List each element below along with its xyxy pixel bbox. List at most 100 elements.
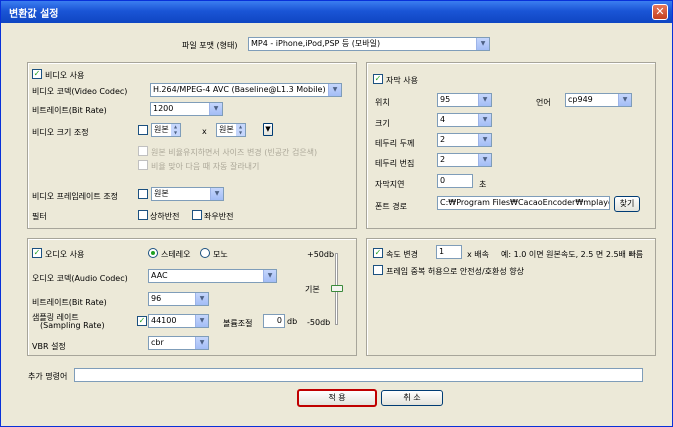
subtitle-enable-checkbox[interactable]: ✓ bbox=[373, 74, 383, 84]
chevron-down-icon: ▼ bbox=[209, 103, 222, 115]
keep-ratio-checkbox[interactable] bbox=[138, 146, 148, 156]
audio-bitrate-value: 96 bbox=[151, 294, 162, 303]
apply-button[interactable]: 적 용 bbox=[297, 389, 377, 407]
chevron-down-icon: ▼ bbox=[618, 94, 631, 106]
settings-dialog: 변환값 설정 ✕ 파일 포맷 (형태) MP4 - iPhone,iPod,PS… bbox=[0, 0, 673, 427]
audio-codec-select[interactable]: AAC ▼ bbox=[148, 269, 277, 283]
subtitle-size-value: 4 bbox=[440, 115, 446, 124]
border-blur-label: 테두리 번짐 bbox=[375, 159, 415, 168]
chevron-down-icon: ▼ bbox=[195, 293, 208, 305]
chevron-down-icon: ▼ bbox=[476, 38, 489, 50]
video-height-spinner[interactable]: 원본 ▲ ▼ bbox=[216, 123, 246, 137]
subtitle-position-label: 위치 bbox=[375, 98, 390, 107]
chevron-down-icon: ▼ bbox=[210, 188, 223, 200]
auto-crop-label: 비율 맞아 다음 때 자동 잘라내기 bbox=[151, 162, 260, 171]
subtitle-delay-value: 0 bbox=[440, 176, 446, 185]
title-bar[interactable]: 변환값 설정 ✕ bbox=[1, 1, 672, 23]
chevron-down-icon: ▼ bbox=[478, 134, 491, 146]
subtitle-delay-input[interactable]: 0 bbox=[437, 174, 473, 188]
speed-enable-checkbox[interactable]: ✓ bbox=[373, 248, 383, 258]
speed-unit: x 배속 bbox=[467, 250, 489, 259]
gain-max-label: +50db bbox=[307, 250, 335, 259]
volume-label: 볼륨조절 bbox=[223, 319, 253, 328]
audio-bitrate-select[interactable]: 96 ▼ bbox=[148, 292, 209, 306]
auto-crop-checkbox[interactable] bbox=[138, 160, 148, 170]
border-blur-value: 2 bbox=[440, 155, 446, 164]
stereo-label: 스테레오 bbox=[161, 250, 191, 259]
video-bitrate-select[interactable]: 1200 ▼ bbox=[150, 102, 223, 116]
find-font-button[interactable]: 찾기 bbox=[614, 196, 640, 212]
framerate-label: 비디오 프레임레이트 조정 bbox=[32, 192, 119, 201]
format-value: MP4 - iPhone,iPod,PSP 등 (모바일) bbox=[251, 39, 381, 48]
flip-horizontal-checkbox[interactable] bbox=[192, 210, 202, 220]
subtitle-language-label: 언어 bbox=[536, 98, 551, 107]
chevron-down-icon: ▼ bbox=[265, 125, 271, 133]
dup-frames-checkbox[interactable] bbox=[373, 265, 383, 275]
border-thickness-label: 테두리 두께 bbox=[375, 139, 415, 148]
sampling-checkbox[interactable]: ✓ bbox=[137, 316, 147, 326]
speed-hint: 예: 1.0 이면 원본속도, 2.5 면 2.5배 빠름 bbox=[501, 250, 644, 259]
border-thickness-select[interactable]: 2 ▼ bbox=[437, 133, 492, 147]
filter-label: 필터 bbox=[32, 212, 47, 221]
font-path-value: C:₩Program Files₩CacaoEncoder₩mplayer bbox=[440, 198, 610, 207]
framerate-checkbox[interactable] bbox=[138, 189, 148, 199]
video-width-spinner[interactable]: 원본 ▲ ▼ bbox=[151, 123, 181, 137]
volume-input[interactable]: 0 bbox=[263, 314, 285, 328]
format-select[interactable]: MP4 - iPhone,iPod,PSP 등 (모바일) ▼ bbox=[248, 37, 490, 51]
stereo-radio[interactable] bbox=[148, 248, 158, 258]
chevron-down-icon: ▼ bbox=[195, 315, 208, 327]
video-enable-label: 비디오 사용 bbox=[45, 71, 85, 80]
border-thickness-value: 2 bbox=[440, 135, 446, 144]
video-codec-label: 비디오 코덱(Video Codec) bbox=[32, 87, 128, 96]
audio-codec-label: 오디오 코덱(Audio Codec) bbox=[32, 274, 128, 283]
framerate-value: 원본 bbox=[154, 189, 169, 198]
video-bitrate-label: 비트레이트(Bit Rate) bbox=[32, 106, 107, 115]
chevron-down-icon: ▼ bbox=[478, 154, 491, 166]
flip-vertical-checkbox[interactable] bbox=[138, 210, 148, 220]
vbr-value: cbr bbox=[151, 338, 164, 347]
sampling-value: 44100 bbox=[151, 316, 177, 325]
video-width-value: 원본 bbox=[154, 125, 169, 134]
size-options-button[interactable]: ▼ bbox=[263, 123, 273, 136]
video-size-checkbox[interactable] bbox=[138, 125, 148, 135]
speed-input[interactable]: 1 bbox=[436, 245, 462, 259]
subtitle-position-select[interactable]: 95 ▼ bbox=[437, 93, 492, 107]
radio-dot bbox=[151, 251, 155, 255]
close-icon: ✕ bbox=[655, 5, 665, 18]
font-path-label: 폰트 경로 bbox=[375, 202, 407, 211]
video-enable-checkbox[interactable]: ✓ bbox=[32, 69, 42, 79]
video-size-label: 비디오 크기 조정 bbox=[32, 128, 89, 137]
subtitle-enable-label: 자막 사용 bbox=[386, 76, 418, 85]
dup-frames-label: 프레임 중복 허용으로 안전성/호환성 향상 bbox=[386, 267, 524, 276]
subtitle-size-select[interactable]: 4 ▼ bbox=[437, 113, 492, 127]
audio-bitrate-label: 비트레이트(Bit Rate) bbox=[32, 298, 107, 307]
sampling-select[interactable]: 44100 ▼ bbox=[148, 314, 209, 328]
chevron-down-icon: ▼ bbox=[263, 270, 276, 282]
vbr-select[interactable]: cbr ▼ bbox=[148, 336, 209, 350]
subtitle-delay-label: 자막지연 bbox=[375, 180, 405, 189]
vbr-label: VBR 설정 bbox=[32, 342, 66, 351]
close-button[interactable]: ✕ bbox=[652, 4, 668, 20]
spin-arrows-icon: ▲ ▼ bbox=[236, 124, 245, 136]
framerate-select[interactable]: 원본 ▼ bbox=[151, 187, 224, 201]
extra-command-input[interactable] bbox=[74, 368, 643, 382]
font-path-input[interactable]: C:₩Program Files₩CacaoEncoder₩mplayer bbox=[437, 196, 610, 210]
size-separator: x bbox=[202, 127, 207, 136]
speed-value: 1 bbox=[439, 247, 445, 256]
chevron-down-icon: ▼ bbox=[478, 114, 491, 126]
audio-codec-value: AAC bbox=[151, 271, 168, 280]
audio-enable-label: 오디오 사용 bbox=[45, 250, 85, 259]
border-blur-select[interactable]: 2 ▼ bbox=[437, 153, 492, 167]
keep-ratio-label: 원본 비율유지하면서 사이즈 변경 (빈공간 검은색) bbox=[151, 148, 318, 157]
video-codec-select[interactable]: H.264/MPEG-4 AVC (Baseline@L1.3 Mobile) … bbox=[150, 83, 342, 97]
audio-enable-checkbox[interactable]: ✓ bbox=[32, 248, 42, 258]
subtitle-language-select[interactable]: cp949 ▼ bbox=[565, 93, 632, 107]
chevron-down-icon: ▼ bbox=[195, 337, 208, 349]
video-bitrate-value: 1200 bbox=[153, 104, 174, 113]
flip-vertical-label: 상하반전 bbox=[150, 212, 180, 221]
mono-radio[interactable] bbox=[200, 248, 210, 258]
cancel-button[interactable]: 취 소 bbox=[381, 390, 443, 406]
spin-arrows-icon: ▲ ▼ bbox=[171, 124, 180, 136]
volume-slider-thumb[interactable] bbox=[331, 285, 343, 292]
gain-default-label: 기본 bbox=[305, 285, 320, 294]
